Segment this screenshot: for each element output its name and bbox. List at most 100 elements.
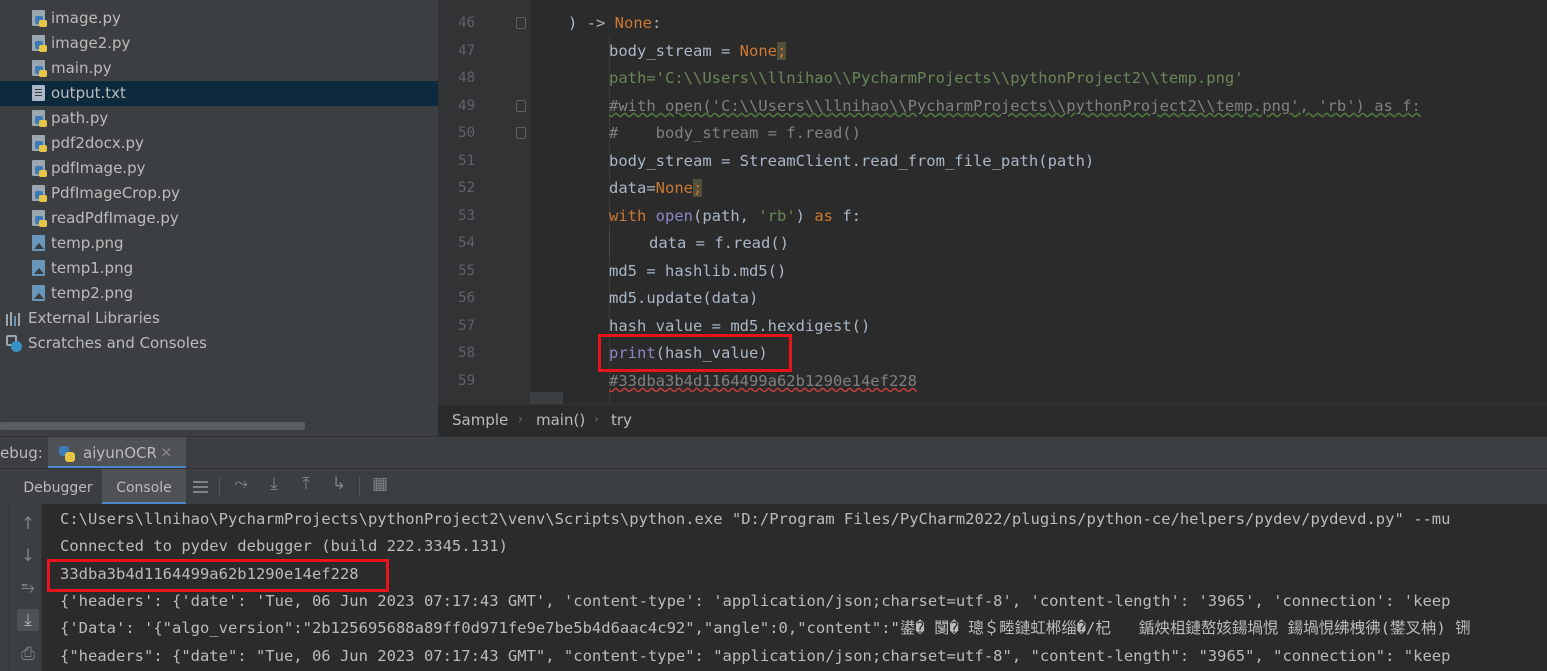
tree-item-label: output.txt — [51, 84, 126, 102]
scroll-up-icon[interactable]: ↑ — [17, 513, 39, 535]
code-token: data=None; — [609, 179, 703, 197]
code-line: md5.update(data) — [609, 287, 758, 309]
console-line: {"headers": {"date": "Tue, 06 Jun 2023 0… — [60, 647, 1451, 665]
tree-item-label: pdf2docx.py — [51, 134, 144, 152]
console-line: {'headers': {'date': 'Tue, 06 Jun 2023 0… — [60, 592, 1451, 610]
console-side-toolbar: ↑ ↓ ⥱ ⤓ ⎙ — [0, 504, 42, 671]
debug-window-header: ebug: aiyunOCR × — [0, 436, 1547, 469]
tree-item-label: temp1.png — [51, 259, 134, 277]
tree-item-selected[interactable]: output.txt — [0, 81, 438, 106]
tree-item[interactable]: main.py — [0, 56, 438, 81]
tree-item[interactable]: image.py — [0, 6, 438, 31]
console-output[interactable]: C:\Users\llnihao\PycharmProjects\pythonP… — [42, 504, 1547, 671]
tree-item-label: image2.py — [51, 34, 131, 52]
evaluate-expression-icon[interactable]: ▦ — [371, 474, 389, 496]
gutter-marker — [530, 392, 563, 404]
tab-console[interactable]: Console — [102, 469, 186, 505]
code-line: #with open('C:\\Users\\llnihao\\PycharmP… — [609, 95, 1421, 117]
code-editor[interactable]: 46 47 48 49 50 51 52 53 54 55 56 57 58 5… — [438, 0, 1547, 404]
project-tree-panel: image.py image2.py main.py output.txt pa… — [0, 0, 438, 436]
code-line: data = f.read() — [649, 232, 789, 254]
console-line: Connected to pydev debugger (build 222.3… — [60, 537, 508, 555]
tree-item[interactable]: pdfImage.py — [0, 156, 438, 181]
code-line: md5 = hashlib.md5() — [609, 260, 786, 282]
fold-marker-icon[interactable] — [516, 100, 526, 112]
line-number: 56 — [458, 290, 475, 306]
tree-item[interactable]: temp.png — [0, 231, 438, 256]
line-number: 53 — [458, 208, 475, 224]
step-into-icon[interactable]: ⤒ — [297, 474, 315, 496]
code-token: md5 = hashlib.md5() — [609, 262, 787, 280]
code-token: body_stream = StreamClient.read_from_fil… — [609, 152, 1095, 170]
horizontal-scrollbar[interactable] — [0, 422, 305, 430]
tree-item-external-libraries[interactable]: External Libraries — [0, 306, 438, 331]
code-token: md5.update(data) — [609, 289, 759, 307]
python-file-icon — [32, 110, 47, 127]
code-token: path='C:\\Users\\llnihao\\PycharmProject… — [609, 69, 1244, 87]
debug-toolbar: Debugger Console ⤳ ⤓ ⤒ ↳ ▦ — [0, 468, 1547, 505]
highlight-box — [598, 334, 792, 372]
menu-icon[interactable] — [192, 478, 210, 496]
python-file-icon — [32, 60, 47, 77]
python-file-icon — [32, 135, 47, 152]
tree-item[interactable]: temp2.png — [0, 281, 438, 306]
line-number: 48 — [458, 70, 475, 86]
breadcrumb-separator-icon: › — [518, 412, 523, 426]
code-line: body_stream = StreamClient.read_from_fil… — [609, 150, 1094, 172]
breadcrumb-item[interactable]: try — [611, 411, 632, 429]
tree-item[interactable]: image2.py — [0, 31, 438, 56]
tree-item-scratches[interactable]: Scratches and Consoles — [0, 331, 438, 356]
code-token: # body_stream = f.read() — [609, 124, 861, 142]
line-number: 51 — [458, 153, 475, 169]
tree-item-label: main.py — [51, 59, 112, 77]
code-token: ) -> None: — [568, 14, 662, 32]
fold-marker-icon[interactable] — [516, 127, 526, 139]
soft-wrap-icon[interactable]: ⥱ — [17, 577, 39, 599]
scroll-to-end-icon[interactable]: ⤓ — [17, 609, 39, 631]
indent-guide — [609, 230, 610, 258]
tree-item[interactable]: pdf2docx.py — [0, 131, 438, 156]
python-icon — [59, 446, 75, 462]
line-number: 52 — [458, 180, 475, 196]
step-over-icon[interactable]: ⤓ — [265, 474, 283, 496]
console-line: {'Data': '{"algo_version":"2b125695688a8… — [60, 619, 1471, 637]
run-config-tab[interactable]: aiyunOCR × — [48, 437, 186, 469]
print-icon[interactable]: ⎙ — [17, 643, 39, 665]
breadcrumb-item[interactable]: Sample — [452, 411, 508, 429]
close-icon[interactable]: × — [160, 443, 173, 461]
tree-item[interactable]: readPdfImage.py — [0, 206, 438, 231]
tree-item[interactable]: path.py — [0, 106, 438, 131]
tree-item-label: External Libraries — [28, 309, 160, 327]
show-execution-point-icon[interactable]: ⤳ — [232, 474, 250, 496]
tab-debugger[interactable]: Debugger — [14, 469, 102, 505]
fold-marker-icon[interactable] — [516, 17, 526, 29]
code-line: #33dba3b4d1164499a62b1290e14ef228 — [609, 370, 917, 392]
breadcrumb-item[interactable]: main() — [536, 411, 585, 429]
code-token: with open(path, 'rb') as f: — [609, 207, 861, 225]
tree-item[interactable]: temp1.png — [0, 256, 438, 281]
run-config-label: aiyunOCR — [83, 444, 157, 462]
python-file-icon — [32, 10, 47, 27]
tree-item-label: Scratches and Consoles — [28, 334, 207, 352]
code-line: with open(path, 'rb') as f: — [609, 205, 861, 227]
step-out-icon[interactable]: ↳ — [330, 474, 348, 496]
code-token: #33dba3b4d1164499a62b1290e14ef228 — [609, 372, 917, 390]
python-file-icon — [32, 160, 47, 177]
line-number: 55 — [458, 263, 475, 279]
scratches-icon — [6, 335, 24, 352]
line-gutter: 46 47 48 49 50 51 52 53 54 55 56 57 58 5… — [438, 0, 530, 404]
tree-item-label: temp2.png — [51, 284, 134, 302]
line-number: 59 — [458, 373, 475, 389]
code-line: # body_stream = f.read() — [609, 122, 861, 144]
python-file-icon — [32, 35, 47, 52]
line-number: 50 — [458, 125, 475, 141]
console-line: C:\Users\llnihao\PycharmProjects\pythonP… — [60, 510, 1451, 528]
tree-item-label: pdfImage.py — [51, 159, 146, 177]
image-file-icon — [32, 285, 46, 302]
code-line: body_stream = None; — [609, 40, 787, 62]
tree-item-label: image.py — [51, 9, 121, 27]
scroll-down-icon[interactable]: ↓ — [17, 545, 39, 567]
tree-item[interactable]: PdfImageCrop.py — [0, 181, 438, 206]
line-number: 57 — [458, 318, 475, 334]
breadcrumb: Sample › main() › try — [438, 404, 1547, 436]
